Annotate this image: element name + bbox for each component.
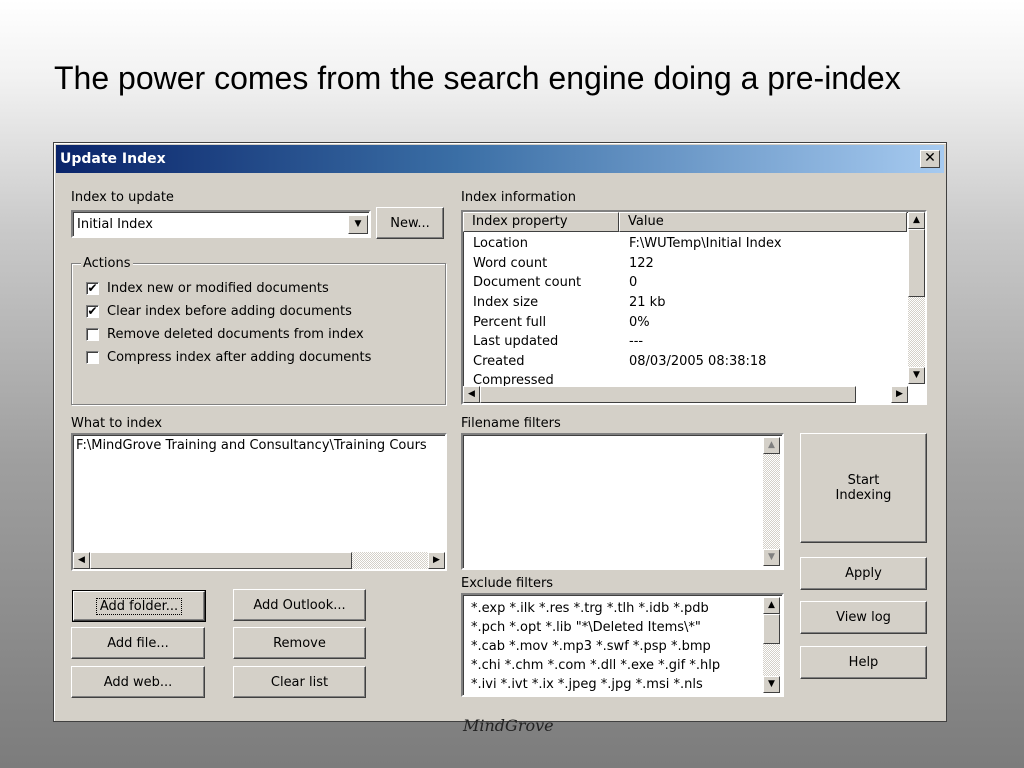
arrow-down-icon: ▼ [913, 370, 920, 380]
what-to-index-list[interactable]: F:\MindGrove Training and Consultancy\Tr… [71, 433, 447, 571]
arrow-up-icon: ▲ [768, 440, 775, 450]
column-header-property[interactable]: Index property [463, 212, 619, 232]
scroll-down-button[interactable]: ▼ [763, 549, 780, 566]
exclude-filters-label: Exclude filters [461, 576, 554, 591]
column-header-value[interactable]: Value [619, 212, 907, 232]
action-clear-index[interactable]: ✔ Clear index before adding documents [86, 304, 352, 319]
apply-button[interactable]: Apply [800, 557, 927, 590]
close-icon: ✕ [924, 150, 936, 166]
list-item[interactable]: F:\MindGrove Training and Consultancy\Tr… [76, 438, 427, 453]
add-outlook-button[interactable]: Add Outlook... [233, 589, 366, 621]
index-select-value: Initial Index [77, 217, 153, 232]
action-label: Remove deleted documents from index [107, 327, 364, 342]
scroll-up-button[interactable]: ▲ [763, 597, 780, 614]
add-web-button[interactable]: Add web... [71, 666, 205, 698]
close-button[interactable]: ✕ [920, 150, 940, 168]
scroll-up-button[interactable]: ▲ [763, 437, 780, 454]
exclude-filters-input[interactable]: *.exp *.ilk *.res *.trg *.tlh *.idb *.pd… [461, 593, 784, 697]
index-select[interactable]: Initial Index ▼ [71, 210, 371, 238]
scroll-right-button[interactable]: ▶ [428, 552, 445, 569]
scroll-up-button[interactable]: ▲ [908, 212, 925, 229]
view-log-button[interactable]: View log [800, 601, 927, 634]
vertical-scrollbar[interactable]: ▲ ▼ [763, 597, 780, 693]
apply-label: Apply [845, 566, 882, 581]
scroll-right-button[interactable]: ▶ [891, 386, 908, 403]
exclude-filter-line: *.chi *.chm *.com *.dll *.exe *.gif *.hl… [471, 658, 721, 673]
clear-list-button[interactable]: Clear list [233, 666, 366, 698]
update-index-dialog: Update Index ✕ Index to update Initial I… [53, 142, 947, 722]
action-remove-deleted[interactable]: Remove deleted documents from index [86, 327, 364, 342]
arrow-left-icon: ◀ [468, 389, 475, 399]
scroll-thumb[interactable] [763, 614, 780, 644]
exclude-filter-line: *.pch *.opt *.lib "*\Deleted Items\*" [471, 620, 701, 635]
scroll-thumb[interactable] [908, 229, 925, 297]
arrow-left-icon: ◀ [78, 555, 85, 565]
filename-filters-label: Filename filters [461, 416, 561, 431]
horizontal-scrollbar[interactable]: ◀ ▶ [463, 386, 908, 403]
scroll-thumb[interactable] [90, 552, 352, 569]
action-compress-index[interactable]: Compress index after adding documents [86, 350, 371, 365]
index-information-label: Index information [461, 190, 576, 205]
checkbox[interactable] [86, 328, 99, 341]
remove-button[interactable]: Remove [233, 627, 366, 659]
help-button[interactable]: Help [800, 646, 927, 679]
arrow-down-icon: ▼ [768, 679, 775, 689]
exclude-filter-line: *.cab *.mov *.mp3 *.swf *.psp *.bmp [471, 639, 711, 654]
chevron-down-icon: ▼ [354, 219, 362, 229]
remove-label: Remove [273, 635, 326, 651]
dialog-title: Update Index [60, 151, 166, 167]
clear-list-label: Clear list [270, 674, 329, 690]
checkbox[interactable]: ✔ [86, 305, 99, 318]
check-icon: ✔ [87, 281, 98, 295]
add-file-button[interactable]: Add file... [71, 627, 205, 659]
scroll-left-button[interactable]: ◀ [463, 386, 480, 403]
filename-filters-input[interactable]: ▲ ▼ [461, 433, 784, 570]
action-label: Clear index before adding documents [107, 304, 352, 319]
title-bar[interactable]: Update Index ✕ [56, 145, 944, 173]
scroll-down-button[interactable]: ▼ [908, 367, 925, 384]
dropdown-button[interactable]: ▼ [348, 215, 368, 234]
action-label: Compress index after adding documents [107, 350, 372, 365]
watermark-logo: MindGrove [463, 716, 554, 735]
add-folder-button[interactable]: Add folder... [72, 590, 206, 622]
add-outlook-label: Add Outlook... [253, 597, 346, 613]
start-label-line2: Indexing [835, 488, 892, 503]
vertical-scrollbar[interactable]: ▲ ▼ [908, 212, 925, 384]
slide-title: The power comes from the search engine d… [54, 60, 901, 96]
scroll-left-button[interactable]: ◀ [73, 552, 90, 569]
scroll-down-button[interactable]: ▼ [763, 676, 780, 693]
checkbox[interactable] [86, 351, 99, 364]
arrow-down-icon: ▼ [768, 552, 775, 562]
action-index-new[interactable]: ✔ Index new or modified documents [86, 281, 329, 296]
exclude-filter-line: *.ivi *.ivt *.ix *.jpeg *.jpg *.msi *.nl… [471, 677, 703, 692]
add-web-label: Add web... [103, 674, 173, 690]
view-log-label: View log [836, 610, 891, 625]
checkbox[interactable]: ✔ [86, 282, 99, 295]
check-icon: ✔ [87, 304, 98, 318]
horizontal-scrollbar[interactable]: ◀ ▶ [73, 552, 445, 569]
action-label: Index new or modified documents [107, 281, 329, 296]
new-index-label: New... [390, 215, 430, 231]
add-file-label: Add file... [107, 635, 169, 651]
arrow-up-icon: ▲ [913, 215, 920, 225]
arrow-up-icon: ▲ [768, 600, 775, 610]
arrow-right-icon: ▶ [896, 389, 903, 399]
what-to-index-label: What to index [71, 416, 163, 431]
actions-legend: Actions [81, 256, 133, 271]
scroll-thumb[interactable] [480, 386, 856, 403]
new-index-button[interactable]: New... [376, 207, 444, 239]
index-to-update-label: Index to update [71, 190, 174, 205]
start-label-line1: Start [847, 473, 880, 488]
help-label: Help [848, 655, 879, 670]
arrow-right-icon: ▶ [433, 555, 440, 565]
exclude-filter-line: *.exp *.ilk *.res *.trg *.tlh *.idb *.pd… [471, 601, 709, 616]
add-folder-label: Add folder... [95, 597, 183, 615]
index-info-grid[interactable]: Index property Value Location F:\WUTemp\I… [461, 210, 927, 405]
start-indexing-button[interactable]: Start Indexing [800, 433, 927, 543]
vertical-scrollbar[interactable]: ▲ ▼ [763, 437, 780, 566]
